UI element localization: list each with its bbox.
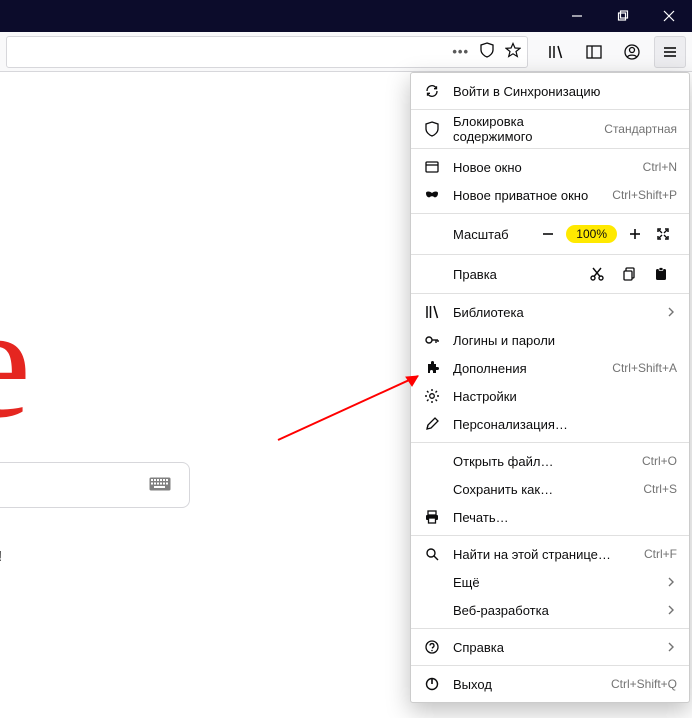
search-icon	[423, 546, 441, 562]
promo-text-fragment: !	[0, 548, 2, 565]
menu-new-private-shortcut: Ctrl+Shift+P	[612, 188, 677, 202]
menu-find[interactable]: Найти на этой странице… Ctrl+F	[411, 540, 689, 568]
menu-addons-shortcut: Ctrl+Shift+A	[612, 361, 677, 375]
keyboard-icon[interactable]	[149, 477, 171, 494]
window-titlebar	[0, 0, 692, 32]
menu-separator	[411, 254, 689, 255]
zoom-value[interactable]: 100%	[566, 225, 617, 243]
addons-icon	[423, 360, 441, 376]
account-toolbar-button[interactable]	[616, 36, 648, 68]
menu-separator	[411, 665, 689, 666]
help-icon	[423, 639, 441, 655]
menu-more-label: Ещё	[453, 575, 665, 590]
zoom-out-button[interactable]	[534, 222, 562, 246]
menu-separator	[411, 213, 689, 214]
chevron-right-icon	[665, 577, 677, 587]
window-minimize-button[interactable]	[554, 0, 600, 32]
app-menu-panel: Войти в Синхронизацию Блокировка содержи…	[410, 72, 690, 703]
print-icon	[423, 509, 441, 525]
menu-open-file-label: Открыть файл…	[453, 454, 634, 469]
menu-new-window[interactable]: Новое окно Ctrl+N	[411, 153, 689, 181]
menu-edit-row: Правка	[411, 259, 689, 289]
menu-new-private-window[interactable]: Новое приватное окно Ctrl+Shift+P	[411, 181, 689, 209]
menu-library[interactable]: Библиотека	[411, 298, 689, 326]
menu-content-blocking-mode: Стандартная	[604, 122, 677, 136]
menu-webdev[interactable]: Веб-разработка	[411, 596, 689, 624]
menu-customize[interactable]: Персонализация…	[411, 410, 689, 438]
menu-new-private-label: Новое приватное окно	[453, 188, 604, 203]
browser-toolbar: •••	[0, 32, 692, 72]
menu-exit-shortcut: Ctrl+Shift+Q	[611, 677, 677, 691]
menu-save-as-shortcut: Ctrl+S	[643, 482, 677, 496]
menu-separator	[411, 148, 689, 149]
menu-help[interactable]: Справка	[411, 633, 689, 661]
menu-sync[interactable]: Войти в Синхронизацию	[411, 77, 689, 105]
menu-edit-label: Правка	[423, 267, 581, 282]
gear-icon	[423, 388, 441, 404]
menu-save-as-label: Сохранить как…	[453, 482, 635, 497]
menu-logins[interactable]: Логины и пароли	[411, 326, 689, 354]
menu-exit-label: Выход	[453, 677, 603, 692]
zoom-in-button[interactable]	[621, 222, 649, 246]
cut-button[interactable]	[581, 261, 613, 287]
exit-icon	[423, 676, 441, 692]
logo-fragment: e	[0, 282, 31, 442]
library-icon	[423, 304, 441, 320]
window-close-button[interactable]	[646, 0, 692, 32]
key-icon	[423, 332, 441, 348]
menu-open-file-shortcut: Ctrl+O	[642, 454, 677, 468]
shield-icon[interactable]	[479, 42, 495, 61]
window-restore-button[interactable]	[600, 0, 646, 32]
sidebar-toolbar-button[interactable]	[578, 36, 610, 68]
chevron-right-icon	[665, 605, 677, 615]
menu-settings[interactable]: Настройки	[411, 382, 689, 410]
menu-find-label: Найти на этой странице…	[453, 547, 636, 562]
menu-new-window-shortcut: Ctrl+N	[643, 160, 677, 174]
paste-button[interactable]	[645, 261, 677, 287]
star-icon[interactable]	[505, 42, 521, 61]
shield-icon	[423, 121, 441, 137]
menu-addons[interactable]: Дополнения Ctrl+Shift+A	[411, 354, 689, 382]
chevron-right-icon	[665, 307, 677, 317]
menu-print[interactable]: Печать…	[411, 503, 689, 531]
menu-content-blocking[interactable]: Блокировка содержимого Стандартная	[411, 114, 689, 144]
menu-separator	[411, 109, 689, 110]
menu-zoom-row: Масштаб 100%	[411, 218, 689, 250]
menu-new-window-label: Новое окно	[453, 160, 635, 175]
menu-separator	[411, 442, 689, 443]
search-input[interactable]	[0, 462, 190, 508]
menu-logins-label: Логины и пароли	[453, 333, 677, 348]
menu-find-shortcut: Ctrl+F	[644, 547, 677, 561]
library-toolbar-button[interactable]	[540, 36, 572, 68]
sync-icon	[423, 83, 441, 99]
menu-sync-label: Войти в Синхронизацию	[453, 84, 677, 99]
menu-zoom-label: Масштаб	[423, 227, 534, 242]
menu-open-file[interactable]: Открыть файл… Ctrl+O	[411, 447, 689, 475]
menu-separator	[411, 535, 689, 536]
page-actions-icon[interactable]: •••	[452, 44, 469, 59]
fullscreen-button[interactable]	[649, 222, 677, 246]
menu-content-blocking-label: Блокировка содержимого	[453, 114, 596, 144]
menu-save-as[interactable]: Сохранить как… Ctrl+S	[411, 475, 689, 503]
menu-more[interactable]: Ещё	[411, 568, 689, 596]
mask-icon	[423, 187, 441, 203]
customize-icon	[423, 416, 441, 432]
url-bar[interactable]: •••	[6, 36, 528, 68]
menu-customize-label: Персонализация…	[453, 417, 677, 432]
menu-separator	[411, 628, 689, 629]
menu-webdev-label: Веб-разработка	[453, 603, 665, 618]
copy-button[interactable]	[613, 261, 645, 287]
menu-addons-label: Дополнения	[453, 361, 604, 376]
hamburger-menu-button[interactable]	[654, 36, 686, 68]
menu-separator	[411, 293, 689, 294]
window-icon	[423, 159, 441, 175]
menu-help-label: Справка	[453, 640, 665, 655]
menu-settings-label: Настройки	[453, 389, 677, 404]
chevron-right-icon	[665, 642, 677, 652]
menu-exit[interactable]: Выход Ctrl+Shift+Q	[411, 670, 689, 698]
menu-print-label: Печать…	[453, 510, 677, 525]
menu-library-label: Библиотека	[453, 305, 665, 320]
